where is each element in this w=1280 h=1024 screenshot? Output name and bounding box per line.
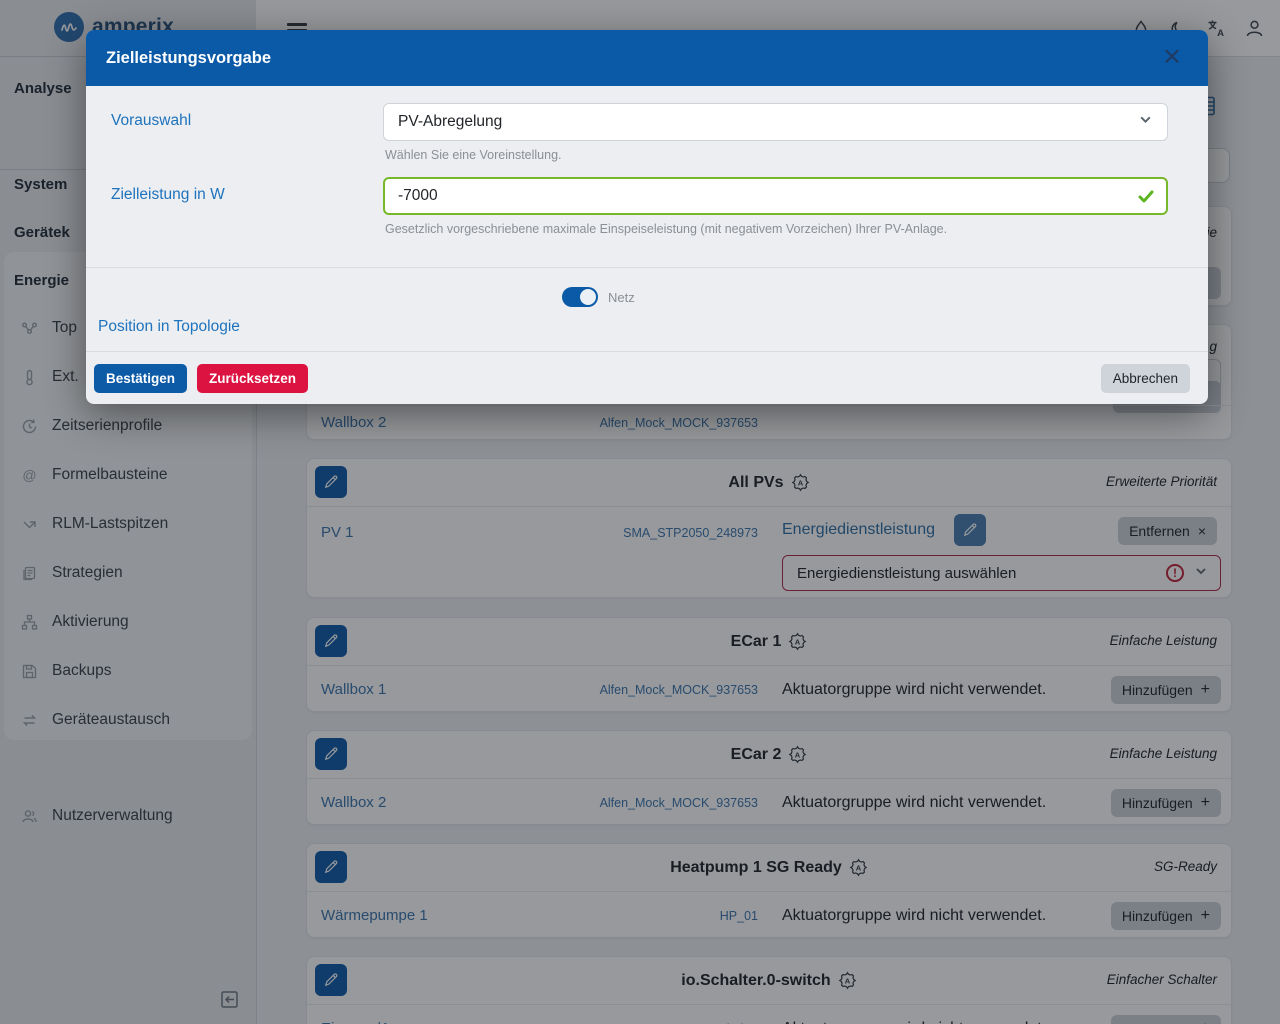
preset-label: Vorauswahl <box>111 103 383 177</box>
netz-toggle-row: Netz <box>562 287 1168 307</box>
reset-button[interactable]: Zurücksetzen <box>197 364 308 393</box>
modal-header: Zielleistungsvorgabe ✕ <box>86 30 1208 86</box>
target-field-row: Zielleistung in W Gesetzlich vorgeschrie… <box>111 177 1168 251</box>
target-power-input[interactable] <box>383 177 1168 215</box>
app: amperix Analyse System Gerätek Energie T… <box>0 0 1280 1024</box>
close-icon[interactable]: ✕ <box>1156 45 1188 71</box>
confirm-button[interactable]: Bestätigen <box>94 364 187 393</box>
modal-footer: Bestätigen Zurücksetzen Abbrechen <box>86 351 1208 404</box>
netz-toggle[interactable] <box>562 287 598 307</box>
preset-select[interactable]: PV-Abregelung <box>383 103 1168 141</box>
zielleistungsvorgabe-modal: Zielleistungsvorgabe ✕ Vorauswahl PV-Abr… <box>86 30 1208 404</box>
chevron-down-icon <box>1138 112 1153 132</box>
cancel-button[interactable]: Abbrechen <box>1101 364 1190 393</box>
target-power-label: Zielleistung in W <box>111 177 383 251</box>
netz-toggle-label: Netz <box>608 290 635 305</box>
modal-title: Zielleistungsvorgabe <box>106 49 271 68</box>
preset-field-row: Vorauswahl PV-Abregelung Wählen Sie eine… <box>111 103 1168 177</box>
modal-body: Vorauswahl PV-Abregelung Wählen Sie eine… <box>86 86 1208 351</box>
preset-help-text: Wählen Sie eine Voreinstellung. <box>385 148 1168 162</box>
position-in-topology-link[interactable]: Position in Topologie <box>98 318 1168 336</box>
valid-check-icon <box>1137 187 1155 210</box>
target-help-text: Gesetzlich vorgeschriebene maximale Eins… <box>385 222 1168 236</box>
preset-select-value: PV-Abregelung <box>398 113 502 131</box>
divider <box>86 267 1208 268</box>
